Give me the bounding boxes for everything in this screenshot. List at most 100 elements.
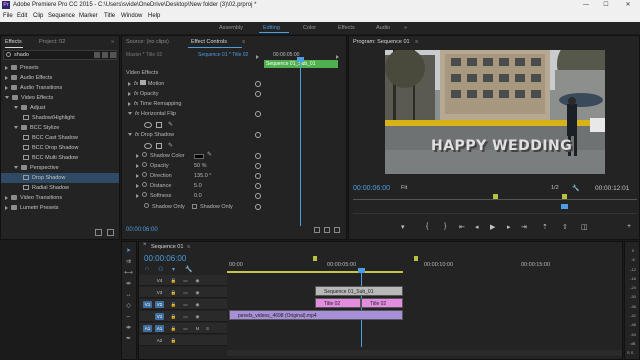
close-tab-icon[interactable]: × xyxy=(143,242,149,248)
slide-tool-icon[interactable]: ⇼ xyxy=(124,324,133,333)
menu-window[interactable]: Window xyxy=(121,10,142,22)
tree-item[interactable]: Lumetri Presets xyxy=(1,203,59,213)
search-input[interactable]: shado xyxy=(14,51,29,59)
clip-video[interactable]: pexels_videos_4698 (Original).mp4 xyxy=(229,310,403,320)
motion-transform-icon[interactable] xyxy=(139,80,146,85)
effects-search-box[interactable]: shado xyxy=(3,50,117,60)
linked-selection-icon[interactable]: ⚇ xyxy=(158,266,163,273)
tree-item[interactable]: BCC Stylize xyxy=(1,123,59,133)
menu-edit[interactable]: Edit xyxy=(17,10,27,22)
collapsed-arrow-icon[interactable] xyxy=(5,205,8,210)
solo-button[interactable]: S xyxy=(203,325,212,332)
source-patch-v1[interactable]: V1 xyxy=(143,301,152,308)
shadow-color-swatch[interactable] xyxy=(194,154,204,159)
new-bin-icon[interactable] xyxy=(95,229,102,236)
razor-tool-icon[interactable]: ◇ xyxy=(124,302,133,311)
menu-sequence[interactable]: Sequence xyxy=(48,10,75,22)
expanded-arrow-icon[interactable] xyxy=(128,133,132,137)
stopwatch-icon[interactable] xyxy=(142,152,147,157)
rectangle-mask-icon[interactable] xyxy=(156,122,162,128)
workspace-effects[interactable]: Effects xyxy=(338,22,355,34)
reset-icon[interactable] xyxy=(255,193,261,199)
loop-icon[interactable] xyxy=(324,227,330,233)
tree-item[interactable]: Video Transitions xyxy=(1,193,62,203)
lock-icon[interactable]: 🔒 xyxy=(169,277,178,284)
sync-lock-icon[interactable]: ▭ xyxy=(181,325,190,332)
reset-icon[interactable] xyxy=(255,111,261,117)
stopwatch-icon[interactable] xyxy=(142,172,147,177)
32bit-filter-icon[interactable] xyxy=(102,52,108,58)
button-editor-icon[interactable]: + xyxy=(627,223,631,230)
wrench-icon[interactable]: 🔧 xyxy=(185,266,192,273)
expanded-arrow-icon[interactable] xyxy=(14,126,18,130)
filter-icon[interactable] xyxy=(314,227,320,233)
clip-title[interactable]: Title 02 xyxy=(361,298,403,308)
video-frame[interactable]: HAPPY WEDDING xyxy=(385,50,605,174)
reset-icon[interactable] xyxy=(255,163,261,169)
delete-icon[interactable] xyxy=(107,229,114,236)
track-select-tool-icon[interactable]: ⇉ xyxy=(124,258,133,267)
work-area-bar[interactable] xyxy=(227,271,403,273)
tree-item[interactable]: Video Effects xyxy=(1,93,53,103)
reset-icon[interactable] xyxy=(255,91,261,97)
collapsed-arrow-icon[interactable] xyxy=(5,75,8,80)
clip-title[interactable]: Title 02 xyxy=(315,298,361,308)
eye-icon[interactable]: ◉ xyxy=(193,313,202,320)
tree-item[interactable]: BCC Drop Shadow xyxy=(1,143,78,153)
lift-icon[interactable]: ⇡ xyxy=(542,223,548,231)
menu-marker[interactable]: Marker xyxy=(79,10,98,22)
panel-menu-icon[interactable]: ≡ xyxy=(187,242,190,252)
tree-item[interactable]: Perspective xyxy=(1,163,59,173)
timeline-ruler[interactable]: 00:00 00:00:05:00 00:00:10:00 00:00:15:0… xyxy=(227,256,622,274)
ec-effect-motion[interactable]: fx Motion xyxy=(128,79,164,89)
reset-icon[interactable] xyxy=(255,132,261,138)
panel-more-icon[interactable]: » xyxy=(111,37,114,47)
stopwatch-icon[interactable] xyxy=(142,162,147,167)
tree-item[interactable]: Adjust xyxy=(1,103,45,113)
ec-master-clip[interactable]: Master * Title 02 xyxy=(126,50,162,60)
eye-icon[interactable]: ◉ xyxy=(193,301,202,308)
sync-lock-icon[interactable]: ▭ xyxy=(181,301,190,308)
mark-out-icon[interactable]: } xyxy=(444,223,446,230)
stopwatch-icon[interactable] xyxy=(144,203,149,208)
fit-dropdown[interactable]: Fit xyxy=(401,185,407,191)
workspace-audio[interactable]: Audio xyxy=(376,22,390,34)
rectangle-mask-icon[interactable] xyxy=(156,143,162,149)
collapsed-arrow-icon[interactable] xyxy=(128,81,131,86)
step-forward-icon[interactable]: ▸ xyxy=(507,223,511,231)
collapsed-arrow-icon[interactable] xyxy=(136,183,139,188)
close-icon[interactable]: ✕ xyxy=(618,0,638,10)
ec-playhead-icon[interactable] xyxy=(297,57,304,62)
tab-project[interactable]: Project: 02 xyxy=(39,37,65,47)
lock-icon[interactable]: 🔒 xyxy=(169,313,178,320)
accelerated-filter-icon[interactable] xyxy=(94,52,100,58)
marker-icon[interactable] xyxy=(493,194,498,199)
sync-lock-icon[interactable]: ▭ xyxy=(181,313,190,320)
tab-source[interactable]: Source: (no clips) xyxy=(126,37,169,47)
settings-wrench-icon[interactable]: 🔧 xyxy=(572,185,579,192)
maximize-icon[interactable]: ☐ xyxy=(596,0,616,10)
reset-icon[interactable] xyxy=(255,183,261,189)
step-back-icon[interactable]: ◂ xyxy=(475,223,479,231)
panel-menu-icon[interactable]: ≡ xyxy=(242,37,245,47)
timeline-zoom-scrollbar[interactable] xyxy=(227,350,622,356)
add-marker-icon[interactable]: ▾ xyxy=(401,223,405,231)
lock-icon[interactable]: 🔒 xyxy=(169,289,178,296)
track-label[interactable]: V4 xyxy=(155,277,164,284)
play-icon[interactable]: ▶ xyxy=(490,223,495,231)
go-to-out-icon[interactable]: ⇥ xyxy=(521,223,527,231)
expanded-arrow-icon[interactable] xyxy=(14,106,18,110)
ec-timecode[interactable]: 00:00:06:00 xyxy=(126,227,158,233)
marker-icon[interactable] xyxy=(313,256,317,261)
tree-item[interactable]: Presets xyxy=(1,63,39,73)
track-label[interactable]: A2 xyxy=(155,337,164,344)
tree-item[interactable]: BCC Cast Shadow xyxy=(1,133,78,143)
export-icon[interactable] xyxy=(334,227,340,233)
eyedropper-icon[interactable]: ✎ xyxy=(207,151,212,158)
rate-stretch-tool-icon[interactable]: ↔ xyxy=(124,291,133,300)
expanded-arrow-icon[interactable] xyxy=(5,96,9,100)
collapsed-arrow-icon[interactable] xyxy=(5,65,8,70)
panel-menu-icon[interactable]: ≡ xyxy=(415,37,418,47)
ellipse-mask-icon[interactable] xyxy=(144,143,152,149)
yuv-filter-icon[interactable] xyxy=(110,52,116,58)
